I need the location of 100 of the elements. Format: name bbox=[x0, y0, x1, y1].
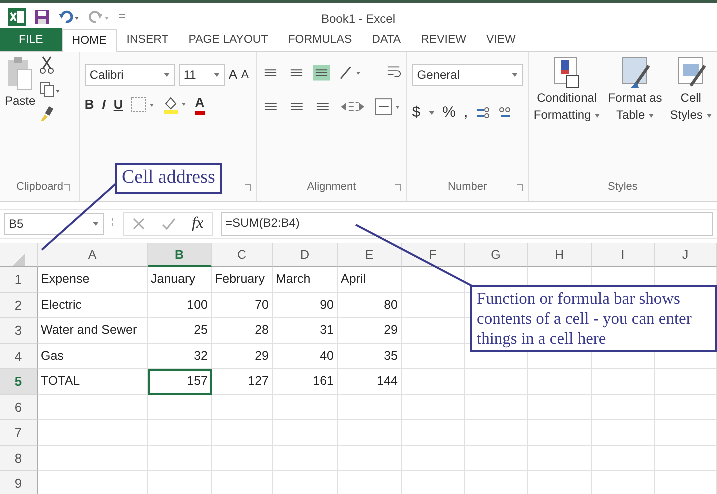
table-cell[interactable]: 35 bbox=[338, 344, 402, 369]
comma-button[interactable]: , bbox=[464, 102, 468, 124]
paste-label[interactable]: Paste bbox=[5, 92, 36, 110]
decrease-decimal-icon[interactable] bbox=[498, 106, 512, 120]
empty-cell[interactable] bbox=[528, 420, 592, 446]
empty-cell[interactable] bbox=[273, 394, 338, 420]
table-cell[interactable]: January bbox=[148, 267, 212, 292]
empty-cell[interactable] bbox=[655, 394, 717, 420]
row-header[interactable]: 7 bbox=[0, 420, 38, 446]
ribbon-tab[interactable]: PAGE LAYOUT bbox=[178, 28, 278, 51]
empty-cell[interactable] bbox=[402, 394, 465, 420]
ribbon-tab[interactable]: HOME bbox=[62, 29, 117, 52]
bottom-align-icon[interactable] bbox=[313, 65, 331, 81]
italic-button[interactable]: I bbox=[102, 94, 106, 116]
empty-cell[interactable] bbox=[338, 420, 402, 446]
empty-cell[interactable] bbox=[402, 446, 465, 471]
table-cell[interactable]: 28 bbox=[212, 318, 273, 344]
column-header[interactable]: E bbox=[338, 243, 402, 267]
empty-cell[interactable] bbox=[212, 446, 273, 471]
table-cell[interactable]: April bbox=[338, 267, 402, 292]
table-cell[interactable]: 80 bbox=[338, 292, 402, 318]
empty-cell[interactable] bbox=[212, 420, 273, 446]
paste-icon[interactable] bbox=[6, 56, 34, 92]
merge-center-icon[interactable] bbox=[375, 98, 402, 116]
column-header[interactable]: G bbox=[465, 243, 528, 267]
row-header[interactable]: 3 bbox=[0, 318, 38, 344]
empty-cell[interactable] bbox=[402, 292, 465, 318]
column-header[interactable]: C bbox=[212, 243, 273, 267]
empty-cell[interactable] bbox=[465, 369, 528, 394]
table-cell[interactable]: 29 bbox=[212, 344, 273, 369]
table-cell[interactable]: March bbox=[273, 267, 338, 292]
ribbon-tab[interactable]: REVIEW bbox=[411, 28, 476, 51]
row-header[interactable]: 5 bbox=[0, 369, 38, 394]
row-header[interactable]: 9 bbox=[0, 471, 38, 494]
empty-cell[interactable] bbox=[465, 446, 528, 471]
enter-icon[interactable] bbox=[162, 217, 176, 231]
save-icon[interactable] bbox=[34, 8, 50, 24]
empty-cell[interactable] bbox=[655, 369, 717, 394]
table-cell[interactable]: Expense bbox=[38, 267, 148, 292]
column-header[interactable]: D bbox=[273, 243, 338, 267]
dialog-launcher-icon[interactable] bbox=[394, 184, 402, 192]
empty-cell[interactable] bbox=[592, 446, 655, 471]
table-cell[interactable]: Electric bbox=[38, 292, 148, 318]
format-painter-icon[interactable] bbox=[40, 106, 54, 122]
bold-button[interactable]: B bbox=[84, 94, 94, 116]
row-header[interactable]: 1 bbox=[0, 267, 38, 292]
empty-cell[interactable] bbox=[655, 446, 717, 471]
font-size-dropdown[interactable]: 11 bbox=[178, 64, 225, 86]
cancel-icon[interactable] bbox=[132, 217, 146, 231]
empty-cell[interactable] bbox=[402, 318, 465, 344]
table-cell[interactable]: 90 bbox=[273, 292, 338, 318]
name-box[interactable]: B5 bbox=[4, 213, 104, 235]
empty-cell[interactable] bbox=[402, 369, 465, 394]
selected-cell[interactable]: 157 bbox=[148, 369, 212, 394]
empty-cell[interactable] bbox=[273, 446, 338, 471]
dialog-launcher-icon[interactable] bbox=[244, 184, 252, 192]
column-header[interactable]: I bbox=[592, 243, 655, 267]
row-header[interactable]: 6 bbox=[0, 394, 38, 420]
increase-decimal-icon[interactable] bbox=[476, 106, 490, 120]
empty-cell[interactable] bbox=[592, 420, 655, 446]
ribbon-tab[interactable]: INSERT bbox=[116, 28, 179, 51]
empty-cell[interactable] bbox=[528, 369, 592, 394]
grow-font-button[interactable]: A bbox=[228, 64, 238, 86]
row-header[interactable]: 2 bbox=[0, 292, 38, 318]
borders-icon[interactable] bbox=[131, 97, 156, 113]
cut-icon[interactable] bbox=[40, 56, 54, 74]
empty-cell[interactable] bbox=[592, 394, 655, 420]
column-header[interactable]: A bbox=[38, 243, 148, 267]
column-header[interactable]: J bbox=[655, 243, 717, 267]
empty-cell[interactable] bbox=[655, 420, 717, 446]
column-header[interactable]: B bbox=[148, 243, 212, 267]
ribbon-tab[interactable]: FORMULAS bbox=[278, 28, 362, 51]
table-cell[interactable]: 144 bbox=[338, 369, 402, 394]
empty-cell[interactable] bbox=[148, 446, 212, 471]
currency-button[interactable]: $ bbox=[412, 102, 421, 124]
select-all-icon[interactable] bbox=[12, 254, 24, 266]
underline-button[interactable]: U bbox=[114, 94, 124, 116]
table-cell[interactable]: 29 bbox=[338, 318, 402, 344]
fill-color-icon[interactable] bbox=[163, 96, 188, 114]
empty-cell[interactable] bbox=[528, 446, 592, 471]
ribbon-tab[interactable]: DATA bbox=[362, 28, 412, 51]
table-cell[interactable]: 70 bbox=[212, 292, 273, 318]
table-cell[interactable]: 40 bbox=[273, 344, 338, 369]
undo-icon[interactable] bbox=[58, 10, 80, 24]
conditional-formatting-button[interactable]: Conditional Formatting bbox=[534, 56, 600, 124]
empty-cell[interactable] bbox=[402, 267, 465, 292]
customize-toolbar-icon[interactable] bbox=[118, 12, 126, 22]
empty-cell[interactable] bbox=[402, 420, 465, 446]
column-header[interactable]: H bbox=[528, 243, 592, 267]
dialog-launcher-icon[interactable] bbox=[62, 184, 71, 192]
font-name-dropdown[interactable]: Calibri bbox=[84, 64, 175, 86]
empty-cell[interactable] bbox=[212, 394, 273, 420]
table-cell[interactable]: Water and Sewer bbox=[38, 318, 148, 344]
table-cell[interactable]: 31 bbox=[273, 318, 338, 344]
cell-styles-button[interactable]: Cell Styles bbox=[670, 56, 712, 124]
insert-function-button[interactable]: fx bbox=[192, 212, 204, 236]
empty-cell[interactable] bbox=[338, 394, 402, 420]
table-cell[interactable]: 100 bbox=[148, 292, 212, 318]
row-header[interactable]: 8 bbox=[0, 446, 38, 471]
percent-button[interactable]: % bbox=[442, 102, 456, 124]
